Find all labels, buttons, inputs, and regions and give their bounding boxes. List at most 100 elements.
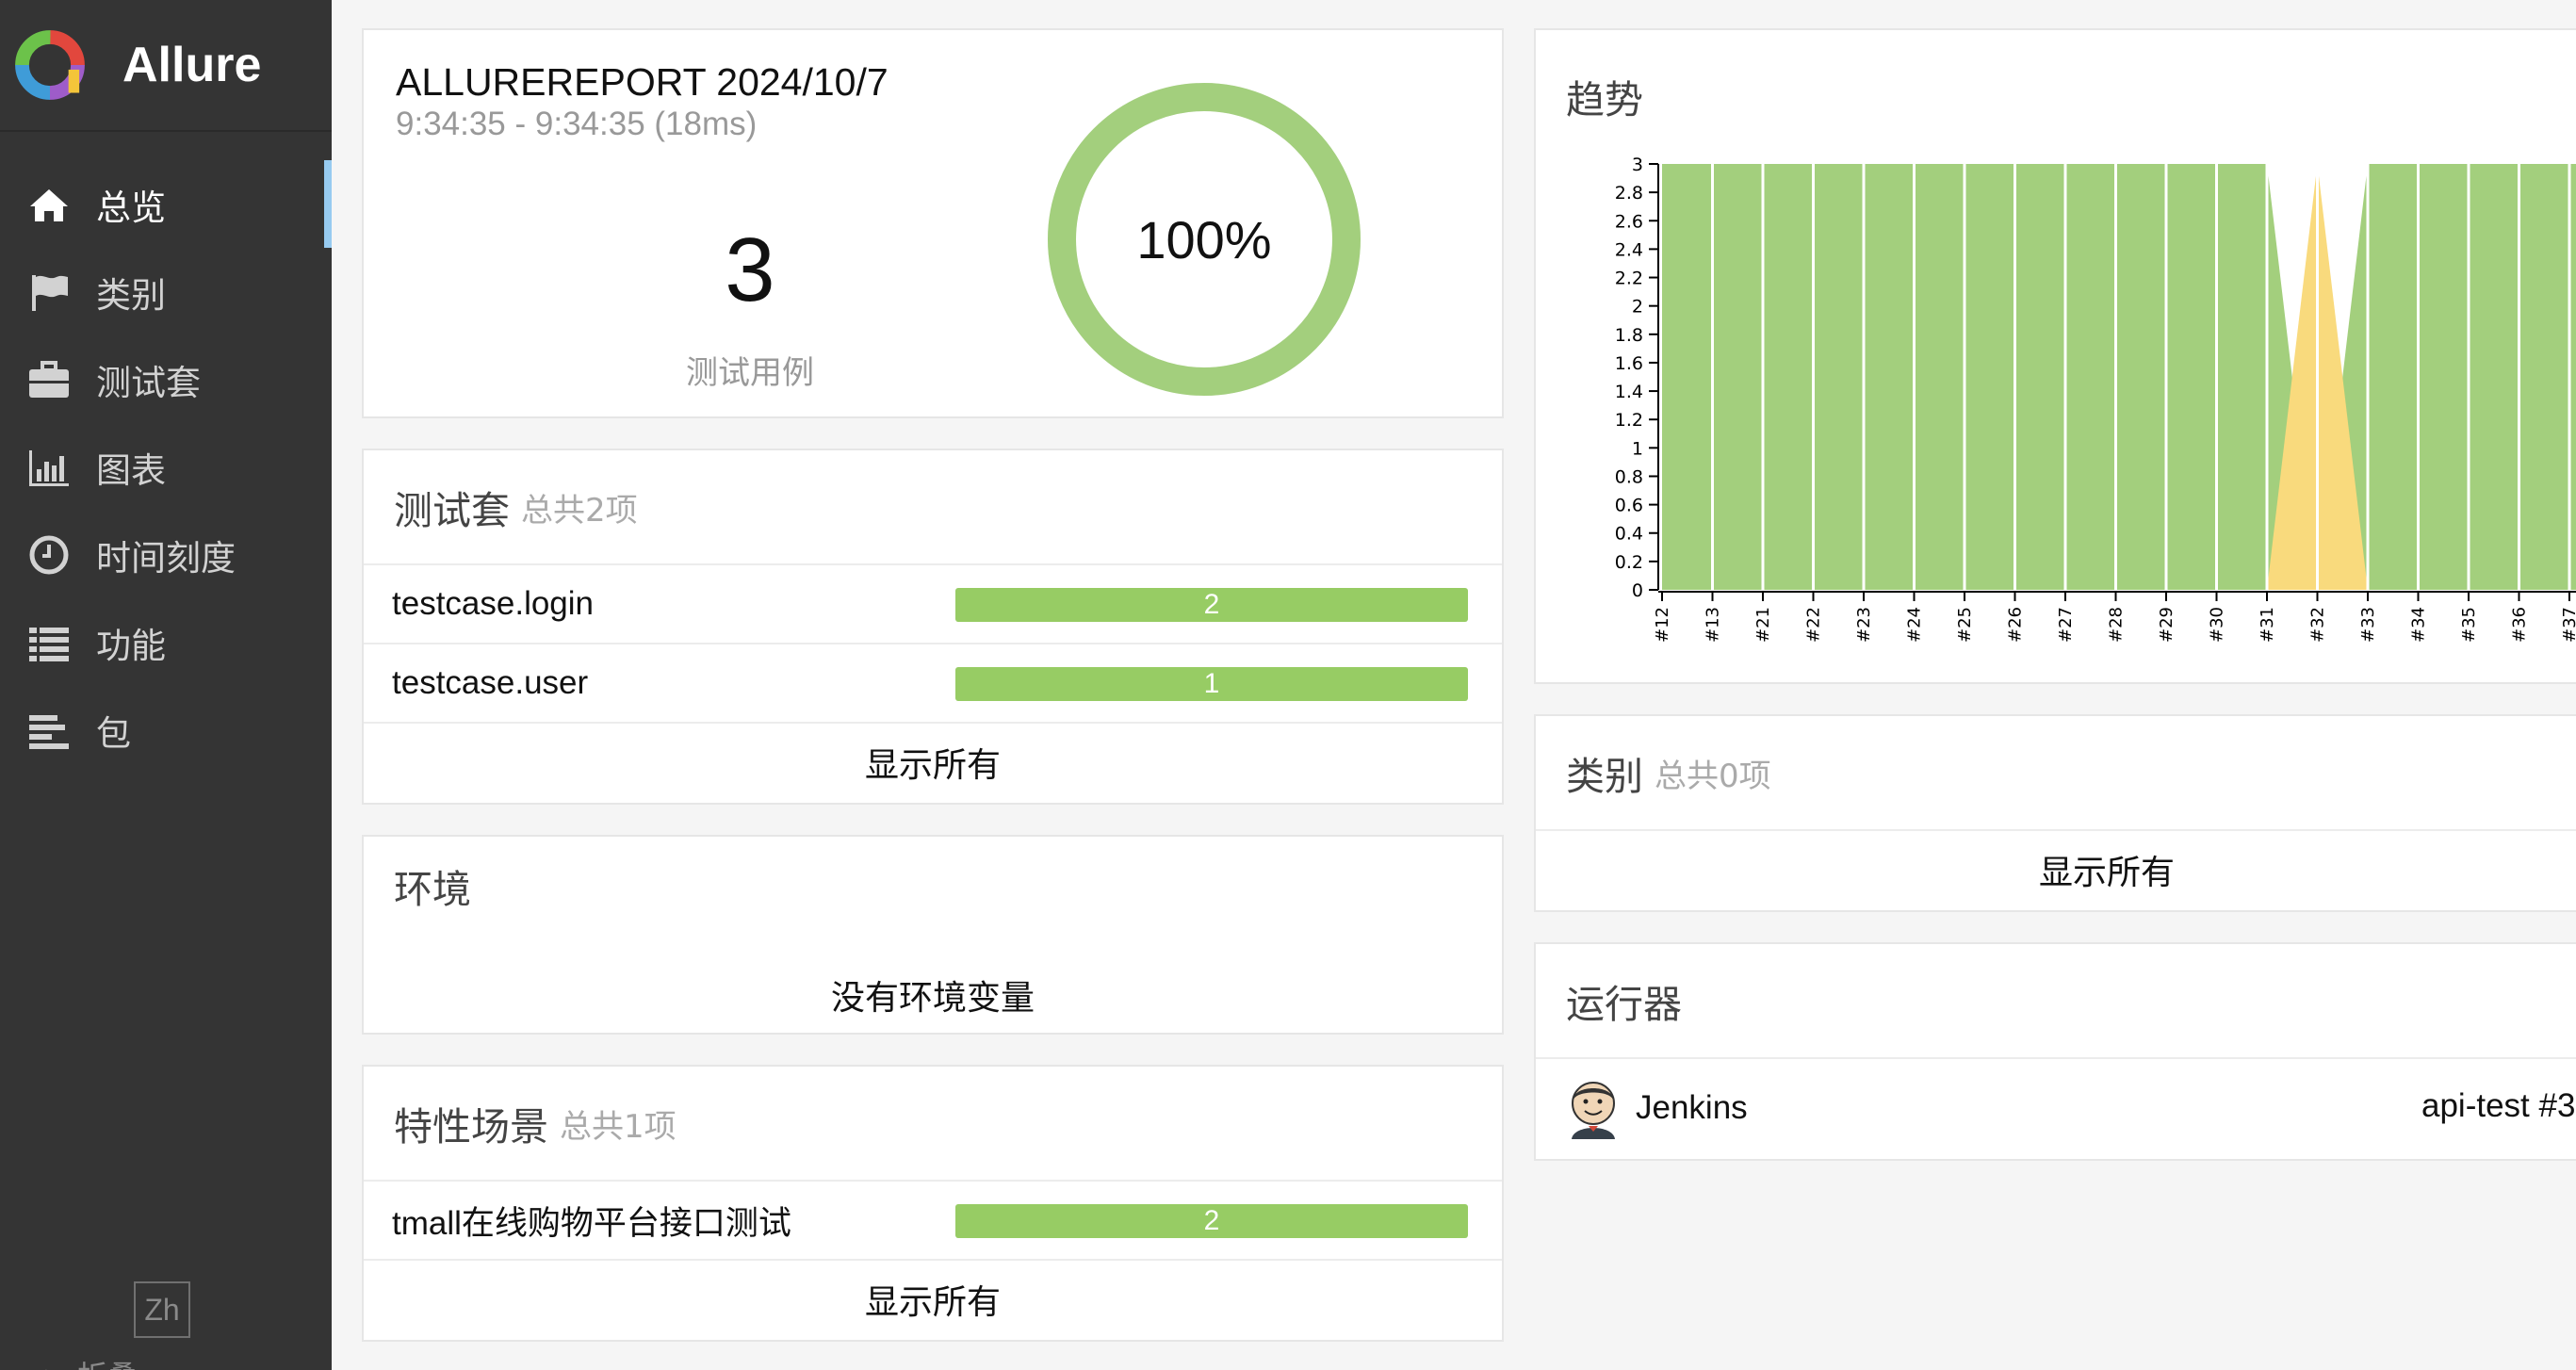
y-tick-label: 0.8	[1615, 466, 1643, 487]
environment-title: 环境	[394, 867, 471, 912]
language-button[interactable]: Zh	[134, 1281, 190, 1338]
categories-header[interactable]: 类别 总共0项	[1536, 716, 2576, 831]
features-widget: 特性场景 总共1项 tmall在线购物平台接口测试 2 显示所有	[362, 1065, 1504, 1342]
y-tick-label: 3	[1632, 155, 1643, 175]
y-tick-label: 1.6	[1615, 353, 1643, 374]
y-tick-label: 1	[1632, 438, 1643, 459]
executors-title: 运行器	[1566, 982, 1682, 1027]
x-tick-label: #13	[1704, 607, 1723, 643]
suites-header[interactable]: 测试套 总共2项	[364, 450, 1502, 565]
sidebar-item-label: 类别	[96, 274, 166, 316]
collapse-label: 折叠	[77, 1353, 138, 1370]
x-tick-label: #33	[2358, 607, 2378, 643]
home-icon	[30, 188, 68, 221]
executors-header: 运行器	[1536, 944, 2576, 1059]
y-tick-label: 1.4	[1615, 382, 1643, 402]
x-tick-label: #34	[2409, 607, 2429, 643]
flag-icon	[32, 274, 68, 311]
brand[interactable]: Allure	[0, 0, 332, 132]
x-tick-label: #24	[1905, 607, 1925, 643]
features-count: 总共1项	[560, 1107, 677, 1146]
categories-count: 总共0项	[1655, 757, 1771, 795]
testcase-count-label: 测试用例	[686, 354, 814, 392]
x-tick-label: #32	[2308, 607, 2328, 643]
suite-row[interactable]: testcase.login 2	[364, 565, 1502, 644]
sidebar-item-label: 测试套	[96, 362, 201, 403]
y-tick-label: 2.6	[1615, 211, 1643, 232]
y-tick-label: 1.8	[1615, 325, 1643, 346]
trend-widget: 0 0.2 0.4 0.6 0.8 1 1.2 1.4 1.6 1.8 2 2.2 2.4 2.6 2.8 3…	[1534, 28, 2576, 684]
y-tick-label: 0.6	[1615, 496, 1643, 516]
suite-name: testcase.login	[392, 585, 595, 622]
bar-chart-icon	[29, 449, 69, 486]
x-tick-label: #35	[2459, 607, 2479, 643]
sidebar-item-behaviors[interactable]: 功能	[0, 598, 332, 686]
x-tick-label: #26	[2006, 607, 2026, 643]
report-title: ALLUREREPORT 2024/10/7	[396, 60, 889, 104]
sidebar-nav: 总览 类别 测试套 图表 时间刻度 功能 包	[0, 160, 332, 774]
categories-title: 类别	[1566, 754, 1643, 799]
trend-y-axis: 0 0.2 0.4 0.6 0.8 1 1.2 1.4 1.6 1.8 2 2.2 2.4 2.6 2.8 3	[1615, 155, 1659, 601]
sidebar-item-label: 时间刻度	[96, 537, 236, 579]
categories-widget: 类别 总共0项 显示所有	[1534, 714, 2576, 912]
x-tick-label: #12	[1653, 607, 1672, 643]
y-tick-label: 0	[1632, 580, 1643, 601]
sidebar-item-overview[interactable]: 总览	[0, 160, 332, 248]
environment-widget: 环境 没有环境变量	[362, 835, 1504, 1035]
y-tick-label: 2.2	[1615, 269, 1643, 289]
sidebar-item-suites[interactable]: 测试套	[0, 335, 332, 423]
clock-icon	[29, 535, 69, 574]
suite-name: testcase.user	[392, 664, 589, 701]
executor-row[interactable]: Jenkins api-test #3	[1536, 1059, 2576, 1157]
summary-widget: ALLUREREPORT 2024/10/7 9:34:35 - 9:34:35…	[362, 28, 1504, 418]
features-show-all-link[interactable]: 显示所有	[364, 1261, 1502, 1338]
app-name: Allure	[122, 38, 262, 92]
x-tick-label: #21	[1753, 607, 1773, 643]
executor-build-link[interactable]: api-test #3	[2421, 1087, 2575, 1125]
executors-widget: 运行器 Jenkins api-test #3	[1534, 942, 2576, 1161]
executor-name: Jenkins	[1636, 1089, 1748, 1126]
feature-row[interactable]: tmall在线购物平台接口测试 2	[364, 1182, 1502, 1261]
environment-header: 环境	[364, 837, 1502, 935]
chevron-left-icon: ‹	[38, 1359, 49, 1370]
suite-row[interactable]: testcase.user 1	[364, 644, 1502, 724]
sidebar-item-label: 功能	[96, 625, 166, 666]
feature-status-bar[interactable]: 2	[955, 1204, 1468, 1238]
trend-chart: 0 0.2 0.4 0.6 0.8 1 1.2 1.4 1.6 1.8 2 2.2 2.4 2.6 2.8 3…	[1615, 155, 2576, 643]
allure-logo-icon	[15, 30, 85, 100]
feature-name: tmall在线购物平台接口测试	[392, 1204, 791, 1242]
x-tick-label: #37	[2560, 607, 2576, 643]
sidebar: Allure 总览 类别 测试套 图表 时间刻度 功能 包 Zh	[0, 0, 332, 1370]
pass-rate-percent: 100%	[1136, 209, 1272, 269]
testcase-count: 3	[725, 220, 775, 320]
suites-show-all-link[interactable]: 显示所有	[364, 724, 1502, 801]
briefcase-icon	[29, 360, 69, 398]
y-tick-label: 2.8	[1615, 183, 1643, 204]
sidebar-item-graphs[interactable]: 图表	[0, 423, 332, 511]
trend-x-axis: #12 #13 #21 #22 #23 #24 #25 #26 #27 #28 #29 #30 #31 #…	[1653, 591, 2576, 643]
x-tick-label: #30	[2208, 607, 2227, 643]
suites-title: 测试套	[394, 488, 510, 533]
x-tick-label: #22	[1804, 607, 1824, 643]
environment-empty-text: 没有环境变量	[830, 979, 1035, 1018]
sidebar-item-timeline[interactable]: 时间刻度	[0, 511, 332, 598]
align-left-icon	[29, 714, 69, 749]
sidebar-item-label: 包	[96, 712, 131, 754]
sidebar-item-categories[interactable]: 类别	[0, 248, 332, 335]
suite-status-bar[interactable]: 1	[955, 667, 1468, 701]
x-tick-label: #29	[2157, 607, 2177, 643]
jenkins-icon	[1572, 1082, 1615, 1139]
y-tick-label: 0.2	[1615, 552, 1643, 573]
x-tick-label: #36	[2510, 607, 2530, 643]
suites-widget: 测试套 总共2项 testcase.login 2 testcase.user …	[362, 449, 1504, 805]
list-icon	[29, 627, 69, 661]
features-header[interactable]: 特性场景 总共1项	[364, 1067, 1502, 1182]
sidebar-item-label: 图表	[96, 449, 166, 491]
y-tick-label: 1.2	[1615, 410, 1643, 431]
sidebar-item-label: 总览	[96, 187, 166, 228]
y-tick-label: 0.4	[1615, 524, 1643, 545]
categories-show-all-link[interactable]: 显示所有	[1536, 831, 2576, 908]
collapse-button[interactable]: ‹ 折叠	[38, 1353, 138, 1370]
suite-status-bar[interactable]: 2	[955, 588, 1468, 622]
sidebar-item-packages[interactable]: 包	[0, 686, 332, 774]
